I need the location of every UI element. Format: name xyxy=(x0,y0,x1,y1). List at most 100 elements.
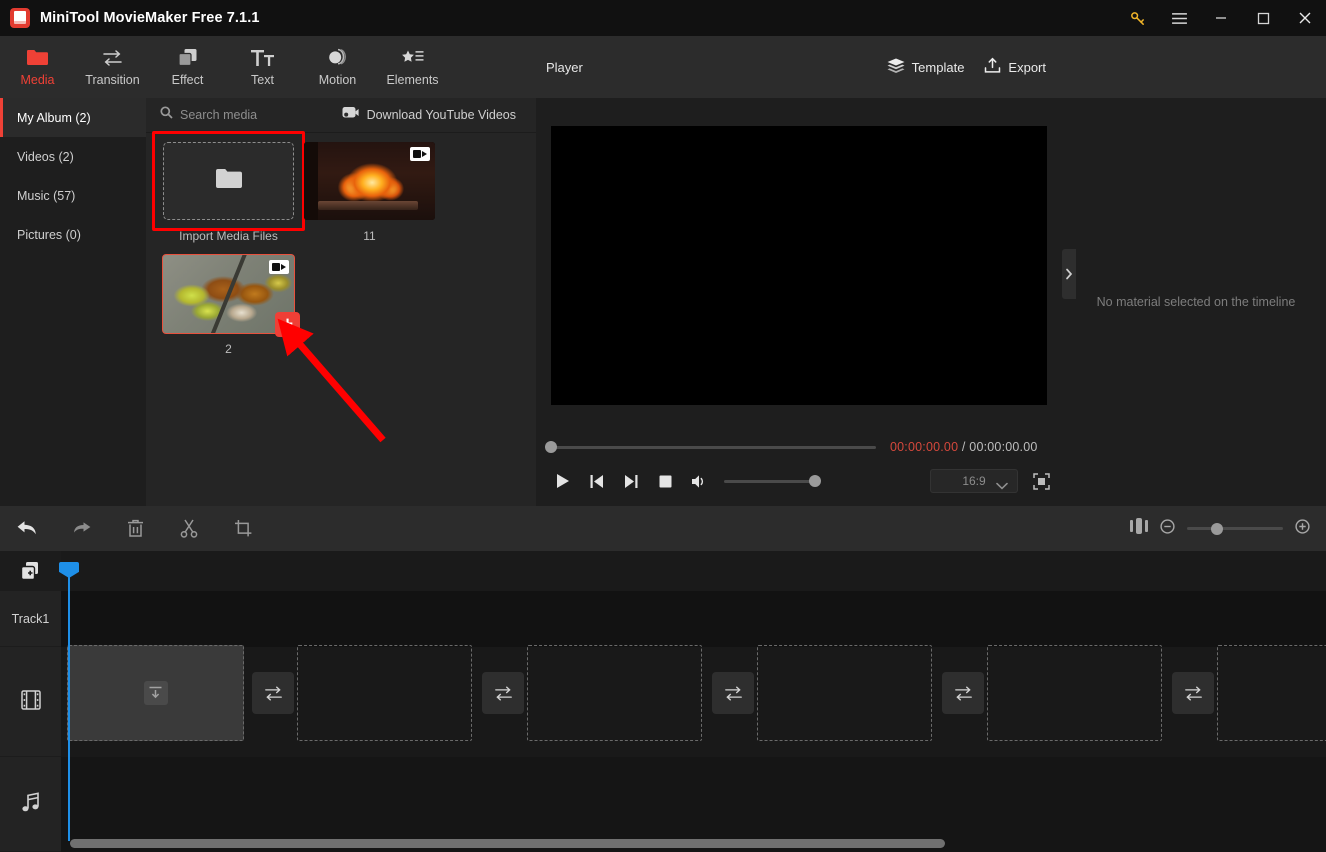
split-view-icon[interactable] xyxy=(1130,518,1148,539)
text-tt-icon xyxy=(250,48,275,68)
film-strip-icon xyxy=(20,690,41,713)
timeline-ruler[interactable] xyxy=(61,551,1326,591)
import-dropzone[interactable] xyxy=(163,142,294,220)
add-track-icon[interactable] xyxy=(0,551,61,591)
nav-label-transition: Transition xyxy=(85,72,140,87)
timeline-clip-slot-3[interactable] xyxy=(527,645,702,741)
maximize-icon[interactable] xyxy=(1242,0,1284,36)
folder-open-icon xyxy=(215,168,242,194)
timeline-scrollbar-thumb[interactable] xyxy=(70,839,945,848)
import-media-label: Import Media Files xyxy=(179,229,278,243)
album-item-music[interactable]: Music (57) xyxy=(0,176,146,215)
volume-slider[interactable] xyxy=(724,475,821,487)
timeline-scrollbar[interactable] xyxy=(61,836,1326,850)
album-label-pictures: Pictures (0) xyxy=(17,227,81,242)
transition-slot-button-1[interactable] xyxy=(252,672,294,714)
video-preview-surface[interactable] xyxy=(551,126,1047,405)
import-media-files-tile[interactable] xyxy=(152,131,305,231)
track-header-audio[interactable] xyxy=(0,757,61,852)
player-panel: 00:00:00.00 / 00:00:00.00 16:9 xyxy=(536,98,1066,506)
media-thumbnail-11[interactable] xyxy=(304,142,435,220)
volume-handle[interactable] xyxy=(809,475,821,487)
export-label: Export xyxy=(1008,59,1046,75)
chevron-right-icon xyxy=(1066,268,1073,280)
crop-icon[interactable] xyxy=(216,506,270,551)
star-list-icon xyxy=(401,48,424,68)
undo-icon[interactable] xyxy=(0,506,54,551)
nav-item-motion[interactable]: Motion xyxy=(300,36,375,98)
right-panel-header xyxy=(1066,36,1326,98)
empty-state-message: No material selected on the timeline xyxy=(1096,295,1296,309)
key-icon[interactable] xyxy=(1116,0,1158,36)
timecode-display: 00:00:00.00 / 00:00:00.00 xyxy=(890,440,1038,454)
media-name-2: 2 xyxy=(225,342,232,356)
close-icon[interactable] xyxy=(1284,0,1326,36)
transition-slot-button-5[interactable] xyxy=(1172,672,1214,714)
media-cell-2: + 2 xyxy=(158,254,300,356)
search-input[interactable]: Search media xyxy=(160,106,257,124)
split-scissors-icon[interactable] xyxy=(162,506,216,551)
zoom-in-icon[interactable] xyxy=(1295,518,1310,539)
track-header-track1[interactable]: Track1 xyxy=(0,591,61,647)
track-headers: Track1 xyxy=(0,591,61,852)
nav-label-text: Text xyxy=(251,72,274,87)
aspect-ratio-select[interactable]: 16:9 xyxy=(930,469,1018,493)
media-panel: Search media Download YouTube Videos Imp… xyxy=(146,98,536,506)
timeline-clip-slot-2[interactable] xyxy=(297,645,472,741)
timeline-clip-slot-6[interactable] xyxy=(1217,645,1326,741)
search-placeholder: Search media xyxy=(180,108,258,122)
timeline-zoom-controls xyxy=(1130,518,1310,539)
search-icon xyxy=(160,106,173,124)
media-name-11: 11 xyxy=(363,229,376,243)
nav-item-media[interactable]: Media xyxy=(0,36,75,98)
seek-row: 00:00:00.00 / 00:00:00.00 xyxy=(545,435,1056,459)
play-button[interactable] xyxy=(546,466,580,496)
template-button[interactable]: Template xyxy=(887,58,965,77)
album-item-my-album[interactable]: My Album (2) xyxy=(0,98,146,137)
media-grid: Import Media Files 11 + 2 xyxy=(146,131,536,356)
export-upload-icon xyxy=(984,57,1001,77)
redo-icon[interactable] xyxy=(54,506,108,551)
timeline-clip-slot-1[interactable] xyxy=(67,645,244,741)
hamburger-icon[interactable] xyxy=(1158,0,1200,36)
transition-slot-button-3[interactable] xyxy=(712,672,754,714)
nav-item-transition[interactable]: Transition xyxy=(75,36,150,98)
motion-circle-icon xyxy=(327,48,348,68)
app-logo-icon xyxy=(10,8,30,28)
nav-label-motion: Motion xyxy=(318,72,357,87)
export-button[interactable]: Export xyxy=(984,57,1046,77)
album-item-videos[interactable]: Videos (2) xyxy=(0,137,146,176)
seek-handle[interactable] xyxy=(545,441,557,453)
nav-item-text[interactable]: Text xyxy=(225,36,300,98)
playhead[interactable] xyxy=(59,562,79,841)
fullscreen-button[interactable] xyxy=(1026,466,1056,496)
template-label: Template xyxy=(911,59,965,75)
album-item-pictures[interactable]: Pictures (0) xyxy=(0,215,146,254)
album-label-videos: Videos (2) xyxy=(17,149,74,164)
zoom-handle[interactable] xyxy=(1211,522,1223,535)
add-to-timeline-plus-button[interactable]: + xyxy=(275,312,300,337)
nav-item-effect[interactable]: Effect xyxy=(150,36,225,98)
zoom-slider[interactable] xyxy=(1187,522,1283,535)
stop-button[interactable] xyxy=(648,466,682,496)
track-header-video[interactable] xyxy=(0,647,61,757)
next-frame-button[interactable] xyxy=(614,466,648,496)
nav-item-elements[interactable]: Elements xyxy=(375,36,450,98)
transition-slot-button-2[interactable] xyxy=(482,672,524,714)
minimize-icon[interactable] xyxy=(1200,0,1242,36)
timeline-clip-slot-5[interactable] xyxy=(987,645,1162,741)
volume-icon[interactable] xyxy=(682,466,716,496)
previous-frame-button[interactable] xyxy=(580,466,614,496)
player-controls: 16:9 xyxy=(546,466,1056,496)
delete-icon[interactable] xyxy=(108,506,162,551)
chevron-down-icon xyxy=(996,477,1008,495)
download-youtube-videos-button[interactable]: Download YouTube Videos xyxy=(342,106,516,124)
panel-collapse-handle[interactable] xyxy=(1062,249,1076,299)
top-navigation: Media Transition Effect Text Motion Elem… xyxy=(0,36,536,98)
timeline-lane-track1[interactable] xyxy=(61,591,1326,647)
transition-slot-button-4[interactable] xyxy=(942,672,984,714)
zoom-out-icon[interactable] xyxy=(1160,518,1175,539)
timeline-clip-slot-4[interactable] xyxy=(757,645,932,741)
album-sidebar: My Album (2) Videos (2) Music (57) Pictu… xyxy=(0,98,146,506)
seek-slider[interactable] xyxy=(545,441,876,453)
